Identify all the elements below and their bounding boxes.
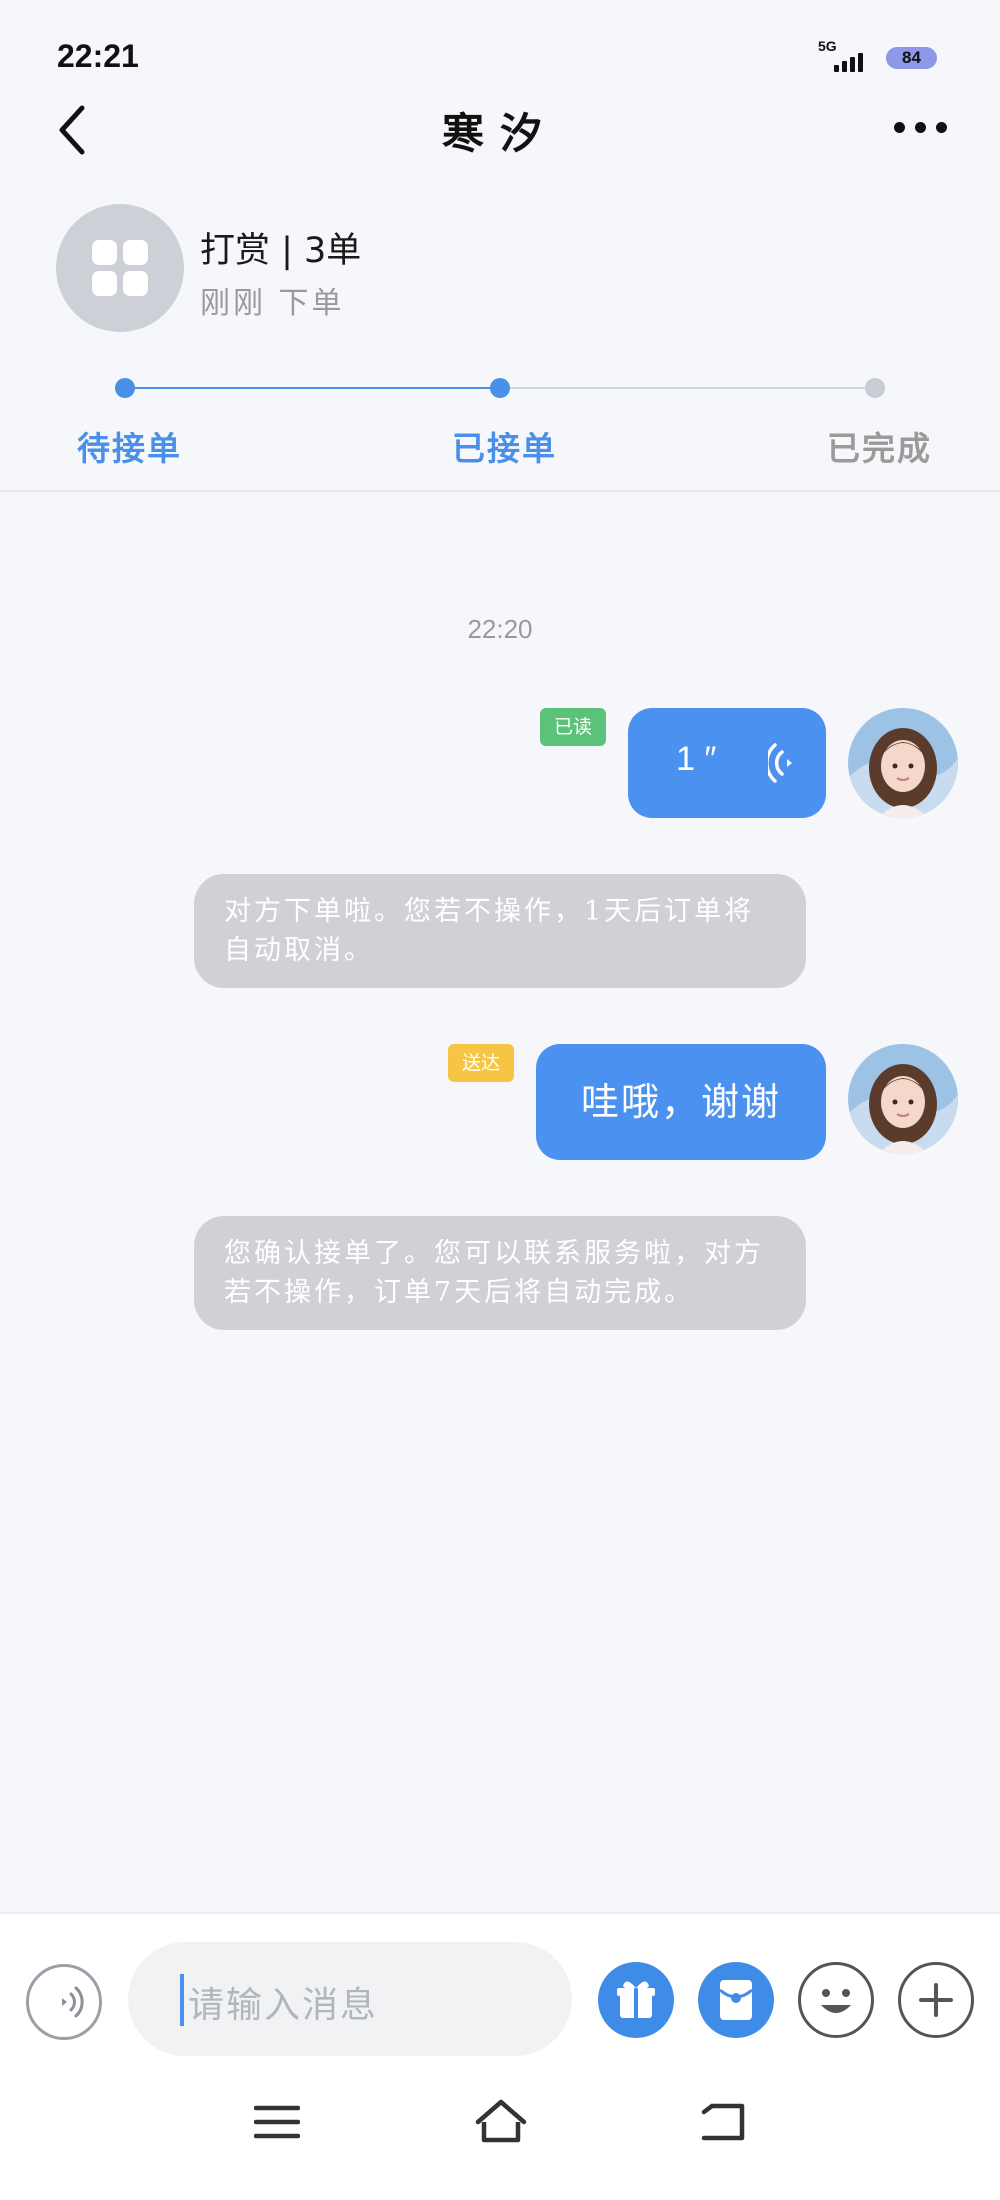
system-message: 对方下单啦。您若不操作，1天后订单将自动取消。 <box>194 874 806 988</box>
status-time: 22:21 <box>57 38 139 74</box>
emoji-icon[interactable] <box>798 1962 874 2038</box>
more-dots-icon[interactable] <box>894 118 958 138</box>
chat-timestamp: 22:20 <box>467 614 533 644</box>
progress-line-done <box>125 387 500 389</box>
step-dot-accepted <box>490 378 510 398</box>
order-icon-avatar[interactable] <box>56 204 184 332</box>
divider <box>0 490 1000 492</box>
voice-icon[interactable] <box>26 1964 102 2040</box>
status-bar: 22:21 5G 84 <box>0 0 1000 100</box>
battery-indicator: 84 <box>886 47 937 69</box>
step-dot-pending <box>115 378 135 398</box>
read-badge: 已读 <box>540 708 606 746</box>
delivered-badge: 送达 <box>448 1044 514 1082</box>
plus-icon[interactable] <box>898 1962 974 2038</box>
order-title: 打赏 | 3单 <box>200 231 362 271</box>
order-progress: 待接单 已接单 已完成 <box>0 370 1000 490</box>
home-icon[interactable] <box>474 2098 528 2144</box>
system-message: 您确认接单了。您可以联系服务啦，对方若不操作，订单7天后将自动完成。 <box>194 1216 806 1330</box>
voice-wave-icon <box>768 743 792 783</box>
voice-message-bubble[interactable]: 1 ″ <box>628 708 826 818</box>
avatar[interactable] <box>848 708 958 818</box>
step-label-accepted: 已接单 <box>452 429 557 468</box>
network-label: 5G <box>818 38 837 54</box>
menu-icon[interactable] <box>254 2102 300 2142</box>
message-input[interactable]: 请输入消息 <box>128 1942 572 2056</box>
text-cursor <box>180 1974 184 2026</box>
step-label-completed: 已完成 <box>827 429 932 468</box>
step-dot-completed <box>865 378 885 398</box>
message-input-placeholder: 请输入消息 <box>188 1985 379 2026</box>
input-bar: 请输入消息 <box>0 1912 1000 2082</box>
back-nav-icon[interactable] <box>698 2100 748 2144</box>
voice-duration: 1 ″ <box>676 740 717 778</box>
step-label-pending: 待接单 <box>77 429 182 468</box>
avatar[interactable] <box>848 1044 958 1154</box>
system-navigation-bar <box>0 2082 1000 2200</box>
text-message-bubble[interactable]: 哇哦，谢谢 <box>536 1044 826 1160</box>
signal-icon: 5G <box>818 38 870 74</box>
red-packet-icon[interactable] <box>698 1962 774 2038</box>
page-title: 寒汐 <box>441 109 558 158</box>
order-subtitle: 刚刚 下单 <box>200 286 345 321</box>
apps-grid-icon <box>92 240 148 296</box>
progress-line-todo <box>500 387 875 389</box>
gift-icon[interactable] <box>598 1962 674 2038</box>
